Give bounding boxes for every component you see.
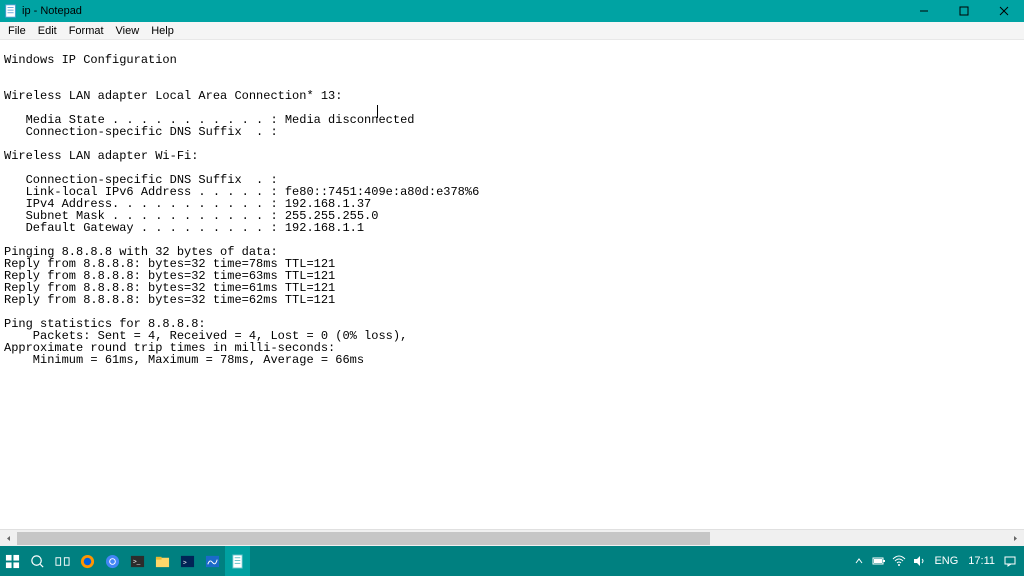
tray-chevron-up-icon[interactable] xyxy=(849,546,869,576)
taskbar: >_ > ENG 17:11 xyxy=(0,546,1024,576)
menubar: File Edit Format View Help xyxy=(0,22,1024,40)
notepad-icon xyxy=(4,4,18,18)
task-view-button[interactable] xyxy=(50,546,75,576)
tray-battery-icon[interactable] xyxy=(869,546,889,576)
text-editor[interactable]: Windows IP Configuration Wireless LAN ad… xyxy=(0,40,1024,529)
scroll-left-button[interactable] xyxy=(0,530,17,547)
taskbar-app-wireshark[interactable] xyxy=(200,546,225,576)
window-title: ip - Notepad xyxy=(22,5,904,17)
system-tray: ENG 17:11 xyxy=(849,546,1024,576)
tray-language[interactable]: ENG xyxy=(929,555,963,567)
svg-text:>: > xyxy=(183,559,187,566)
close-button[interactable] xyxy=(984,0,1024,22)
taskbar-app-notepad[interactable] xyxy=(225,546,250,576)
horizontal-scrollbar[interactable] xyxy=(0,529,1024,546)
search-button[interactable] xyxy=(25,546,50,576)
menu-format[interactable]: Format xyxy=(63,25,110,37)
menu-file[interactable]: File xyxy=(2,25,32,37)
taskbar-left: >_ > xyxy=(0,546,250,576)
maximize-button[interactable] xyxy=(944,0,984,22)
scroll-right-button[interactable] xyxy=(1007,530,1024,547)
svg-text:>_: >_ xyxy=(133,558,141,565)
taskbar-app-chrome[interactable] xyxy=(100,546,125,576)
tray-volume-icon[interactable] xyxy=(909,546,929,576)
minimize-button[interactable] xyxy=(904,0,944,22)
taskbar-app-terminal[interactable]: >_ xyxy=(125,546,150,576)
taskbar-app-explorer[interactable] xyxy=(150,546,175,576)
tray-clock[interactable]: 17:11 xyxy=(963,555,1000,567)
titlebar[interactable]: ip - Notepad xyxy=(0,0,1024,22)
start-button[interactable] xyxy=(0,546,25,576)
menu-edit[interactable]: Edit xyxy=(32,25,63,37)
taskbar-app-powershell[interactable]: > xyxy=(175,546,200,576)
scroll-thumb[interactable] xyxy=(17,532,710,545)
menu-view[interactable]: View xyxy=(110,25,146,37)
notepad-window: ip - Notepad File Edit Format View Help … xyxy=(0,0,1024,576)
tray-notifications-icon[interactable] xyxy=(1000,546,1020,576)
menu-help[interactable]: Help xyxy=(145,25,180,37)
taskbar-app-firefox[interactable] xyxy=(75,546,100,576)
scroll-track[interactable] xyxy=(17,530,1007,547)
tray-wifi-icon[interactable] xyxy=(889,546,909,576)
text-cursor xyxy=(377,105,378,118)
window-controls xyxy=(904,0,1024,22)
